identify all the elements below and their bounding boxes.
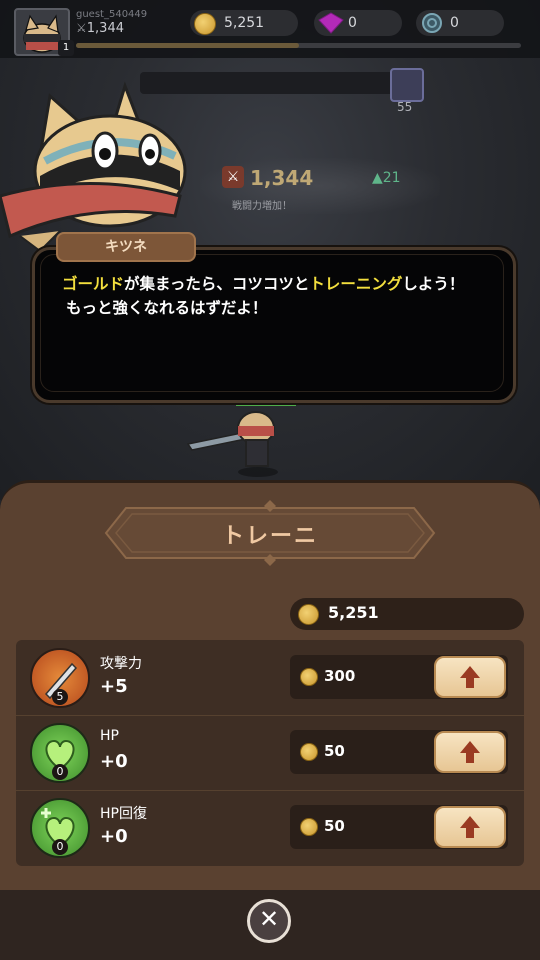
gem-counter[interactable]: 0 bbox=[314, 10, 402, 36]
player-username: guest_540449 bbox=[76, 9, 148, 20]
xp-bar bbox=[76, 43, 521, 48]
attack-upgrade-button[interactable] bbox=[434, 656, 506, 698]
swords-icon: ⚔ bbox=[76, 21, 87, 35]
attack-level-badge: 5 bbox=[52, 689, 68, 705]
training-gold-value: 5,251 bbox=[328, 603, 379, 622]
player-power: ⚔1,344 bbox=[76, 21, 124, 36]
hp-regen-upgrade-button[interactable] bbox=[434, 806, 506, 848]
hp-label: HP bbox=[100, 728, 119, 744]
close-icon: ✕ bbox=[258, 905, 280, 933]
up-arrow-icon bbox=[460, 816, 480, 838]
hp-regen-label: HP回復 bbox=[100, 806, 147, 822]
gold-coin-icon bbox=[300, 743, 318, 761]
hp-cost-value: 50 bbox=[324, 742, 345, 760]
power-delta: ▲21 bbox=[372, 170, 401, 186]
fox-warrior-sprite bbox=[186, 402, 296, 477]
attack-cost-value: 300 bbox=[324, 667, 356, 685]
gold-coin-icon bbox=[300, 668, 318, 686]
fox-character-portrait bbox=[0, 81, 187, 253]
key-counter[interactable]: 0 bbox=[416, 10, 504, 36]
gold-coin-icon bbox=[300, 818, 318, 836]
gold-coin-icon bbox=[194, 13, 216, 35]
hp-regen-value: +0 bbox=[100, 826, 128, 847]
hp-regen-cost: 50 bbox=[290, 805, 508, 849]
up-arrow-icon bbox=[460, 741, 480, 763]
training-list: 5 攻撃力 +5 300 0 HP +0 50 0 HP回復 +0 50 bbox=[16, 640, 524, 866]
dialog-line-1: ゴールドが集まったら、コツコツとトレーニングしよう！ bbox=[62, 272, 482, 296]
training-row-attack: 5 攻撃力 +5 300 bbox=[16, 640, 524, 716]
attack-label: 攻撃力 bbox=[100, 656, 142, 672]
training-row-hp: 0 HP +0 50 bbox=[16, 715, 524, 791]
hp-regen-level-badge: 0 bbox=[52, 839, 68, 855]
crossed-swords-icon: ⚔ bbox=[222, 166, 244, 188]
speaker-name: キツネ bbox=[105, 239, 147, 255]
xp-bar-fill bbox=[76, 43, 299, 48]
dialog-text-part: が集まったら、コツコツと bbox=[124, 275, 310, 293]
hp-upgrade-button[interactable] bbox=[434, 731, 506, 773]
power-caption: 戦闘力増加！ bbox=[232, 201, 292, 212]
dialog-highlight-training: トレーニング bbox=[309, 275, 403, 293]
player-level-badge: 1 bbox=[58, 40, 74, 56]
key-value: 0 bbox=[450, 15, 459, 31]
hp-level-badge: 0 bbox=[52, 764, 68, 780]
gold-value: 5,251 bbox=[224, 15, 265, 31]
up-arrow-icon bbox=[460, 666, 480, 688]
spiral-key-icon bbox=[422, 13, 442, 33]
hp-cost: 50 bbox=[290, 730, 508, 774]
attack-cost: 300 bbox=[290, 655, 508, 699]
dialog-highlight-gold: ゴールド bbox=[62, 275, 125, 293]
gem-icon bbox=[318, 12, 344, 34]
dialog-line-2: もっと強くなれるはずだよ！ bbox=[66, 299, 268, 317]
dialog-text-part: しよう！ bbox=[402, 275, 465, 293]
gem-value: 0 bbox=[348, 15, 357, 31]
power-value: 1,344 bbox=[250, 166, 314, 190]
boss-portrait-icon bbox=[390, 68, 424, 102]
attack-value: +5 bbox=[100, 676, 128, 697]
gold-coin-icon bbox=[298, 604, 319, 625]
training-gold-display bbox=[290, 598, 524, 630]
enemy-level: 55 bbox=[397, 100, 413, 114]
training-title: トレーニ bbox=[221, 524, 318, 549]
gold-counter[interactable]: 5,251 bbox=[190, 10, 298, 36]
training-row-hp-regen: 0 HP回復 +0 50 bbox=[16, 790, 524, 865]
stage-progress-bar bbox=[140, 72, 400, 94]
hp-value: +0 bbox=[100, 751, 128, 772]
dialog-text: ゴールドが集まったら、コツコツとトレーニングしよう！ もっと強くなれるはずだよ！ bbox=[62, 272, 482, 320]
hp-regen-cost-value: 50 bbox=[324, 817, 345, 835]
